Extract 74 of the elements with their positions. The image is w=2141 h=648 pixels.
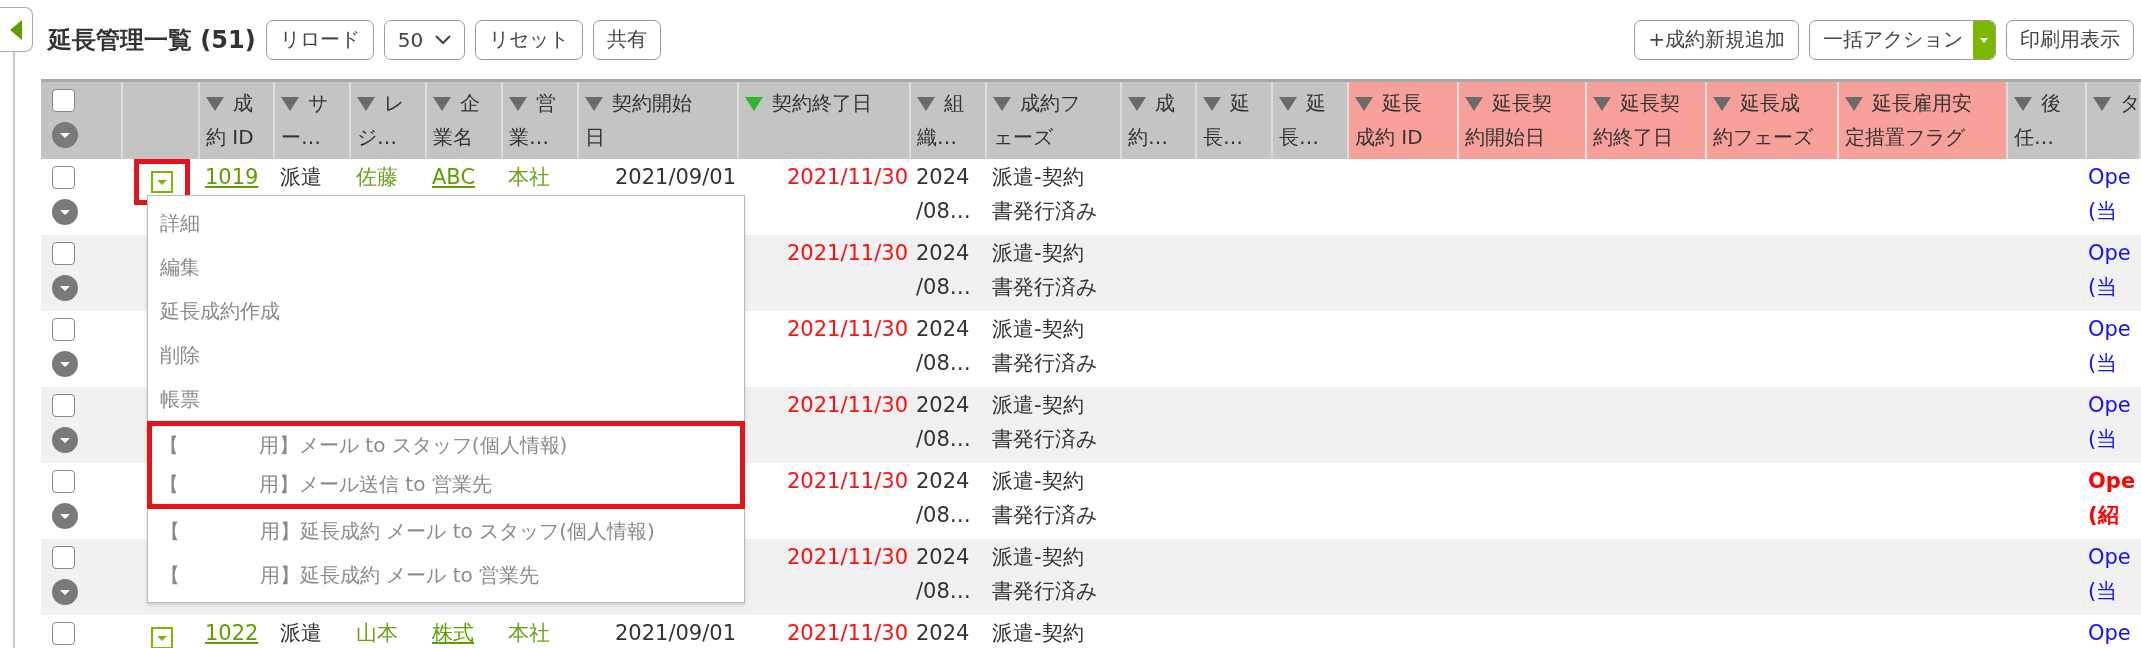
table-cell-text: 2021/11/30: [786, 620, 908, 647]
dropdown-caret-icon: [1973, 20, 1995, 59]
page-size-select[interactable]: 50: [383, 19, 466, 60]
sidebar-toggle[interactable]: [0, 7, 33, 52]
status-text[interactable]: Ope(当: [2088, 236, 2131, 304]
toolbar-button[interactable]: +成約新規追加: [1634, 19, 1799, 60]
checkbox[interactable]: [52, 470, 75, 493]
table-cell-text: 佐藤: [356, 164, 398, 191]
menu-item[interactable]: 帳票: [148, 377, 744, 421]
dropdown-circle-icon[interactable]: [52, 199, 78, 225]
toolbar-button[interactable]: リロード: [265, 19, 374, 60]
table-cell-text: 山本: [356, 620, 398, 647]
dropdown-icon[interactable]: [151, 171, 173, 193]
table-cell-text: 2024: [916, 620, 970, 647]
menu-item[interactable]: 詳細: [148, 201, 744, 245]
status-text[interactable]: Ope(当: [2088, 312, 2131, 380]
table-cell-text: 2021/11/30: [786, 164, 908, 191]
page-title: 延長管理一覧 (51): [48, 24, 256, 56]
status-text[interactable]: Ope(紹: [2088, 464, 2136, 532]
dropdown-circle-icon[interactable]: [52, 427, 78, 453]
table-cell-text: 派遣-契約書発行済み: [992, 316, 1098, 377]
table-cell-text: 2024/08…: [916, 240, 971, 301]
checkbox[interactable]: [52, 318, 75, 341]
table-cell-text: 派遣: [280, 164, 322, 191]
table-cell-text: 2021/11/30: [786, 240, 908, 267]
table-cell-text: 2021/11/30: [786, 392, 908, 419]
table-cell-text: 派遣: [280, 620, 322, 647]
table-cell-text: 派遣-契約書発行済み: [992, 392, 1098, 453]
table-cell-text: 派遣-契約書発行済み: [992, 544, 1098, 605]
status-text[interactable]: Ope: [2088, 616, 2131, 648]
dropdown-circle-icon[interactable]: [52, 579, 78, 605]
table-cell-text: 派遣-契約書発行済み: [992, 240, 1098, 301]
table-cell-text: 2021/09/01: [614, 164, 736, 191]
table-cell-text: 2021/11/30: [786, 544, 908, 571]
checkbox[interactable]: [52, 546, 75, 569]
status-text[interactable]: Ope(当: [2088, 160, 2131, 228]
arrow-left-icon: [10, 19, 22, 40]
dropdown-circle-icon[interactable]: [52, 122, 78, 148]
table-cell-text: 2021/11/30: [786, 468, 908, 495]
table-cell-text: 2024/08…: [916, 392, 971, 453]
table-cell-text: 派遣-契約書発行済み: [992, 164, 1098, 225]
column-header[interactable]: 延長契約終了日: [1587, 82, 1707, 159]
checkbox[interactable]: [52, 89, 75, 112]
checkbox[interactable]: [52, 242, 75, 265]
table-cell-text: 派遣-契約書発行済み: [992, 468, 1098, 529]
table-cell-text: 2024/08…: [916, 164, 971, 225]
dropdown-icon[interactable]: [151, 627, 173, 648]
menu-item[interactable]: 削除: [148, 333, 744, 377]
chevron-down-icon: [435, 34, 452, 45]
checkbox[interactable]: [52, 166, 75, 189]
status-text[interactable]: Ope(当: [2088, 540, 2131, 608]
table-cell-text: 本社: [508, 164, 550, 191]
menu-item[interactable]: 編集: [148, 245, 744, 289]
dropdown-circle-icon[interactable]: [52, 351, 78, 377]
table-cell-text: 2021/09/01: [614, 620, 736, 647]
column-header[interactable]: 延長雇用安定措置フラグ: [1839, 82, 2008, 159]
table-cell-text: 2024/08…: [916, 468, 971, 529]
checkbox[interactable]: [52, 394, 75, 417]
dropdown-circle-icon[interactable]: [52, 503, 78, 529]
status-text[interactable]: Ope(当: [2088, 388, 2131, 456]
toolbar-button[interactable]: 印刷用表示: [2006, 19, 2134, 60]
table-cell-text: 本社: [508, 620, 550, 647]
table-cell-text: 2024/08…: [916, 544, 971, 605]
checkbox[interactable]: [52, 622, 75, 645]
table-cell-text: 派遣-契約: [992, 620, 1084, 647]
bulk-action-button[interactable]: 一括アクション: [1809, 19, 1996, 60]
toolbar-button[interactable]: 共有: [593, 19, 662, 60]
table-cell-text: 2021/11/30: [786, 316, 908, 343]
dropdown-circle-icon[interactable]: [52, 275, 78, 301]
column-header[interactable]: 延長成約 ID: [1349, 82, 1459, 159]
column-header[interactable]: 延長契約開始日: [1459, 82, 1587, 159]
column-header[interactable]: 延長成約フェーズ: [1707, 82, 1839, 159]
table-cell-text: 2024/08…: [916, 316, 971, 377]
toolbar-button[interactable]: リセット: [475, 19, 584, 60]
